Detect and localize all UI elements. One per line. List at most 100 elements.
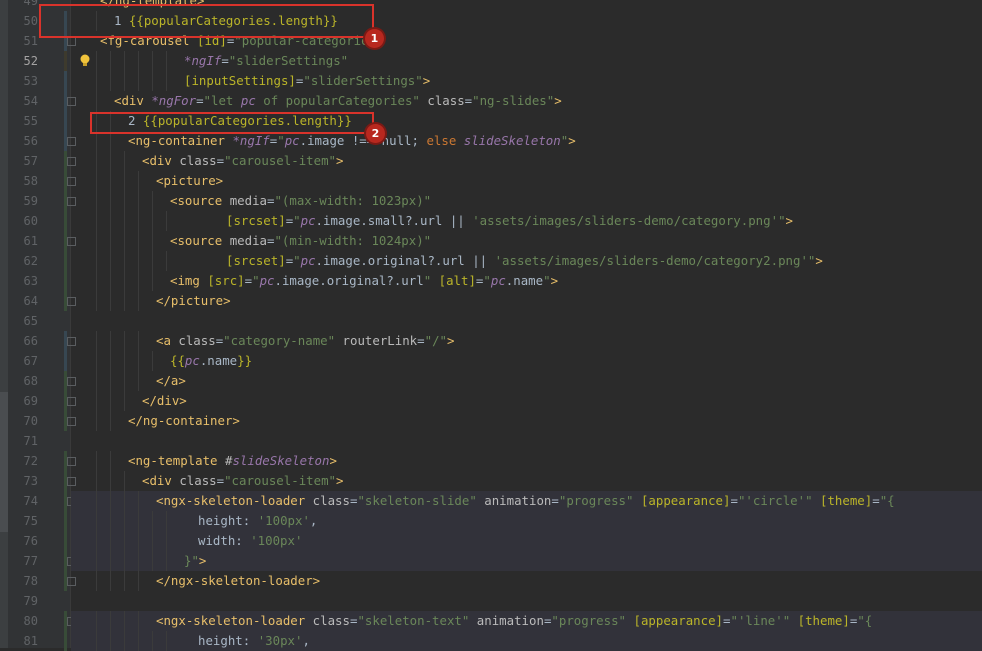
code-editor[interactable]: </ng-template> 1 {{popularCategories.leng… bbox=[71, 0, 982, 651]
indent-guide bbox=[96, 131, 97, 151]
indent-guide bbox=[110, 451, 111, 471]
line-number: 72 bbox=[23, 454, 38, 468]
code-token: .image.original?.url bbox=[274, 273, 424, 288]
code-token: "ng-slides" bbox=[472, 93, 555, 108]
code-line[interactable] bbox=[71, 591, 982, 611]
code-line[interactable]: [srcset]="pc.image.small?.url || 'assets… bbox=[71, 211, 982, 231]
code-line[interactable]: }"> bbox=[71, 551, 982, 571]
code-token: "/" bbox=[424, 333, 447, 348]
code-token: <div bbox=[142, 153, 180, 168]
code-token: media bbox=[229, 233, 267, 248]
code-line[interactable]: [srcset]="pc.image.original?.url || 'ass… bbox=[71, 251, 982, 271]
code-token: = bbox=[872, 493, 880, 508]
line-number: 67 bbox=[23, 354, 38, 368]
line-number: 71 bbox=[23, 434, 38, 448]
code-line[interactable]: <ngx-skeleton-loader class="skeleton-tex… bbox=[71, 611, 982, 631]
indent-guide bbox=[96, 531, 97, 551]
indent-guide bbox=[138, 571, 139, 591]
code-line[interactable]: <source media="(min-width: 1024px)" bbox=[71, 231, 982, 251]
code-token: = bbox=[221, 53, 229, 68]
code-token: "let bbox=[203, 93, 241, 108]
code-line[interactable]: height: '30px', bbox=[71, 631, 982, 651]
code-line[interactable]: <ngx-skeleton-loader class = "skeleton-sli… bbox=[71, 491, 982, 511]
scroll-marker bbox=[0, 392, 8, 532]
code-line[interactable]: width: '100px' bbox=[71, 531, 982, 551]
code-line[interactable]: </ngx-skeleton-loader> bbox=[71, 571, 982, 591]
code-line[interactable]: <img [src]="pc.image.original?.url" [alt… bbox=[71, 271, 982, 291]
code-line-text: <ngx-skeleton-loader class = "skeleton-sli… bbox=[156, 491, 895, 511]
line-number: 58 bbox=[23, 174, 38, 188]
indent-guide bbox=[138, 251, 139, 271]
code-token: "progress" bbox=[551, 613, 627, 628]
indent-guide bbox=[152, 191, 153, 211]
code-line[interactable]: </picture> bbox=[71, 291, 982, 311]
code-line[interactable]: </a> bbox=[71, 371, 982, 391]
code-token: <div bbox=[114, 93, 152, 108]
code-token: <a bbox=[156, 333, 179, 348]
code-token: " bbox=[543, 273, 551, 288]
code-line[interactable]: <picture> bbox=[71, 171, 982, 191]
indent-guide bbox=[124, 571, 125, 591]
code-token: }} bbox=[237, 353, 253, 368]
code-line[interactable] bbox=[71, 431, 982, 451]
indent-guide bbox=[110, 611, 111, 631]
code-token: pc bbox=[259, 273, 275, 288]
code-line[interactable]: height: '100px', bbox=[71, 511, 982, 531]
code-line[interactable]: <div *ngFor="let pc of popularCategories… bbox=[71, 91, 982, 111]
code-token: [srcset] bbox=[226, 253, 286, 268]
code-line-text: <picture> bbox=[156, 171, 223, 191]
indent-guide bbox=[124, 231, 125, 251]
code-token: slideSkeleton bbox=[463, 133, 561, 148]
code-line[interactable]: <a class="category-name" routerLink="/"> bbox=[71, 331, 982, 351]
intention-bulb-icon[interactable] bbox=[79, 54, 91, 68]
indent-guide bbox=[166, 51, 167, 71]
code-line[interactable]: </ng-container> bbox=[71, 411, 982, 431]
line-number: 73 bbox=[23, 474, 38, 488]
code-line[interactable]: [inputSettings]="sliderSettings"> bbox=[71, 71, 982, 91]
indent-guide bbox=[110, 511, 111, 531]
code-line[interactable] bbox=[71, 311, 982, 331]
code-token: , bbox=[302, 633, 310, 648]
indent-guide bbox=[138, 631, 139, 651]
code-token: = bbox=[196, 93, 204, 108]
line-number: 59 bbox=[23, 194, 38, 208]
indent-guide bbox=[124, 171, 125, 191]
indent-guide bbox=[152, 351, 153, 371]
code-line[interactable]: <div class="carousel-item"> bbox=[71, 471, 982, 491]
indent-guide bbox=[124, 471, 125, 491]
line-number: 51 bbox=[23, 34, 38, 48]
change-marker bbox=[64, 211, 67, 231]
code-line[interactable]: <ng-container *ngIf="pc.image !== null; … bbox=[71, 131, 982, 151]
change-marker bbox=[64, 111, 67, 131]
line-number: 64 bbox=[23, 294, 38, 308]
line-number-gutter[interactable]: 49 50 51 52 53 54 55 56 57 58 59 60 61 62 63 64 65 66 67 68… bbox=[8, 0, 76, 651]
code-token: " bbox=[252, 273, 260, 288]
code-line[interactable]: <ng-template #slideSkeleton> bbox=[71, 451, 982, 471]
code-token: <ng-container bbox=[128, 133, 233, 148]
code-token: .image.small?.url || bbox=[315, 213, 473, 228]
code-line[interactable]: <div class="carousel-item"> bbox=[71, 151, 982, 171]
line-number: 79 bbox=[23, 594, 38, 608]
indent-guide bbox=[96, 331, 97, 351]
code-token: " bbox=[778, 213, 786, 228]
indent-guide bbox=[110, 371, 111, 391]
code-line[interactable]: *ngIf="sliderSettings" bbox=[71, 51, 982, 71]
code-line[interactable]: {{pc.name}} bbox=[71, 351, 982, 371]
left-edge-panel bbox=[0, 0, 8, 648]
code-token: "skeleton-slide" bbox=[357, 493, 477, 508]
indent-guide bbox=[124, 331, 125, 351]
code-line[interactable]: <source media="(max-width: 1023px)" bbox=[71, 191, 982, 211]
indent-guide bbox=[96, 231, 97, 251]
indent-guide bbox=[96, 171, 97, 191]
indent-guide bbox=[124, 351, 125, 371]
indent-guide bbox=[138, 371, 139, 391]
code-token: *ngIf bbox=[184, 53, 222, 68]
code-token: .image.original?.url || bbox=[315, 253, 495, 268]
indent-guide bbox=[124, 491, 125, 511]
indent-guide bbox=[110, 531, 111, 551]
code-token: <source bbox=[170, 233, 230, 248]
code-line[interactable]: </div> bbox=[71, 391, 982, 411]
code-token: " bbox=[483, 273, 491, 288]
line-number: 76 bbox=[23, 534, 38, 548]
code-token: [appearance] bbox=[626, 613, 724, 628]
